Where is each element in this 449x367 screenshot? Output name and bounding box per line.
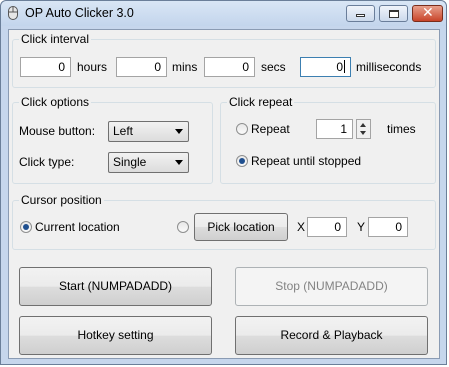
record-playback-button[interactable]: Record & Playback	[235, 316, 428, 355]
times-label: times	[387, 122, 416, 136]
mins-field[interactable]: 0	[116, 57, 167, 77]
repeat-count-spinner[interactable]	[356, 119, 371, 139]
mouse-icon	[8, 6, 18, 20]
x-coordinate-field[interactable]: 0	[307, 217, 347, 237]
click-repeat-legend: Click repeat	[227, 95, 295, 109]
secs-label: secs	[261, 60, 286, 74]
pick-location-radio[interactable]	[177, 221, 189, 233]
repeat-label: Repeat	[251, 122, 290, 136]
cursor-position-legend: Cursor position	[19, 193, 104, 207]
click-interval-legend: Click interval	[19, 32, 92, 46]
chevron-down-icon	[175, 129, 183, 134]
secs-field[interactable]: 0	[204, 57, 255, 77]
maximize-button[interactable]	[379, 5, 408, 22]
click-type-label: Click type:	[19, 155, 75, 169]
repeat-count-field[interactable]: 1	[316, 119, 353, 139]
start-button[interactable]: Start (NUMPADADD)	[19, 267, 212, 306]
close-icon: ✕	[422, 5, 434, 21]
repeat-until-stopped-label: Repeat until stopped	[251, 154, 362, 168]
stop-button[interactable]: Stop (NUMPADADD)	[235, 267, 428, 306]
chevron-down-icon	[175, 160, 183, 165]
milliseconds-field[interactable]: 0	[300, 57, 351, 77]
mouse-button-select[interactable]: Left	[108, 121, 189, 142]
current-location-radio[interactable]	[20, 221, 32, 233]
spin-down-icon[interactable]	[360, 131, 366, 135]
x-label: X	[297, 220, 306, 234]
minimize-button[interactable]	[346, 5, 375, 22]
hours-label: hours	[77, 60, 108, 74]
y-label: Y	[357, 220, 366, 234]
click-options-group: Click options Mouse button: Left Click t…	[12, 95, 213, 184]
title-bar[interactable]: OP Auto Clicker 3.0 ✕	[1, 1, 446, 26]
click-repeat-group: Click repeat Repeat 1 times Repeat until…	[220, 95, 436, 184]
maximize-icon	[389, 10, 399, 18]
app-window: OP Auto Clicker 3.0 ✕ Click interval 0 h…	[0, 0, 447, 365]
y-coordinate-field[interactable]: 0	[368, 217, 408, 237]
pick-location-button[interactable]: Pick location	[194, 213, 288, 241]
minimize-icon	[356, 14, 365, 17]
click-options-legend: Click options	[19, 95, 92, 109]
current-location-label: Current location	[35, 220, 120, 234]
hours-field[interactable]: 0	[20, 57, 71, 77]
click-interval-group: Click interval 0 hours 0 mins 0 secs 0 m…	[12, 32, 436, 88]
repeat-until-stopped-radio[interactable]	[236, 155, 248, 167]
click-type-select[interactable]: Single	[108, 152, 189, 173]
window-title: OP Auto Clicker 3.0	[25, 6, 134, 20]
text-caret	[344, 60, 345, 73]
spin-up-icon[interactable]	[360, 123, 366, 127]
milliseconds-label: milliseconds	[356, 60, 422, 74]
close-button[interactable]: ✕	[412, 5, 443, 22]
mins-label: mins	[172, 60, 198, 74]
mouse-button-label: Mouse button:	[19, 124, 96, 138]
cursor-position-group: Cursor position Current location Pick lo…	[12, 193, 436, 250]
hotkey-setting-button[interactable]: Hotkey setting	[19, 316, 212, 355]
repeat-radio[interactable]	[236, 123, 248, 135]
main-panel: Click interval 0 hours 0 mins 0 secs 0 m…	[8, 29, 440, 359]
